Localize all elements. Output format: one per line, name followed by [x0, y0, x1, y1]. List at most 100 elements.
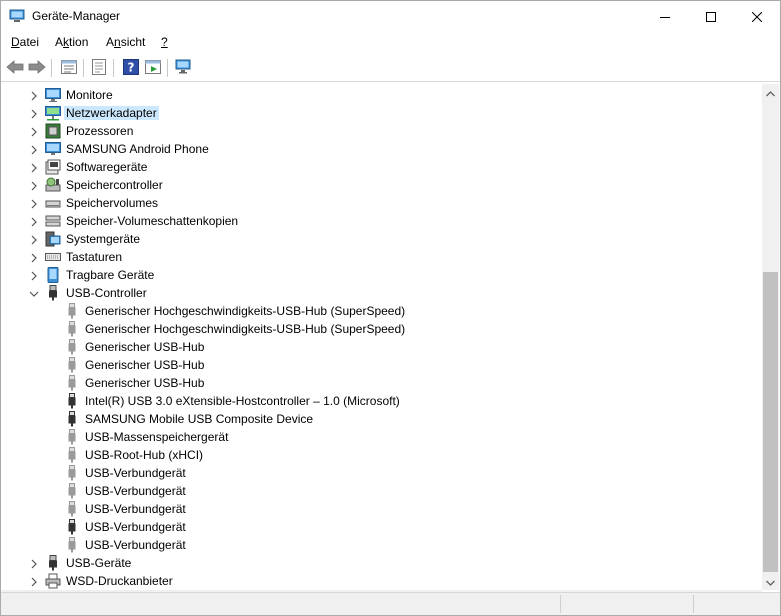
usb-device-item[interactable]: Generischer USB-Hub	[1, 356, 762, 374]
usb-device-icon	[64, 465, 80, 481]
menu-datei-rest: atei	[19, 35, 40, 49]
chevron-right-icon[interactable]	[29, 126, 39, 137]
software-device-icon	[45, 159, 61, 175]
tree-item-label: Systemgeräte	[66, 232, 141, 246]
chevron-right-icon[interactable]	[29, 270, 39, 281]
chevron-right-icon[interactable]	[29, 576, 39, 587]
scroll-thumb[interactable]	[763, 272, 778, 572]
help-button[interactable]: ?	[121, 58, 141, 78]
tree-item-speicher-volumeschattenkopien[interactable]: Speicher-Volumeschattenkopien	[1, 212, 762, 230]
tree-item-label: Speichercontroller	[66, 178, 163, 192]
usb-device-item[interactable]: SAMSUNG Mobile USB Composite Device	[1, 410, 762, 428]
chevron-right-icon[interactable]	[29, 234, 39, 245]
title-bar[interactable]: Geräte-Manager	[1, 1, 780, 32]
menu-ansicht-accel: n	[114, 35, 121, 49]
menu-ansicht[interactable]: Ansicht	[106, 35, 145, 49]
maximize-button[interactable]	[688, 1, 734, 32]
usb-device-icon	[64, 393, 80, 409]
usb-device-icon	[64, 339, 80, 355]
usb-device-label: USB-Verbundgerät	[85, 538, 186, 552]
chevron-right-icon[interactable]	[29, 252, 39, 263]
menu-aktion[interactable]: Aktion	[55, 35, 88, 49]
status-bar-section	[693, 595, 780, 613]
usb-device-icon	[64, 501, 80, 517]
chevron-down-icon[interactable]	[29, 288, 39, 298]
action-icon	[145, 59, 161, 77]
usb-device-item[interactable]: Intel(R) USB 3.0 eXtensible-Hostcontroll…	[1, 392, 762, 410]
forward-button[interactable]	[27, 58, 47, 78]
tree-item-netzwerkadapter[interactable]: Netzwerkadapter	[1, 104, 762, 122]
usb-device-label: USB-Verbundgerät	[85, 466, 186, 480]
usb-device-label: Generischer USB-Hub	[85, 340, 205, 354]
menu-aktion-pre: A	[55, 35, 64, 49]
tree-item-label: Softwaregeräte	[66, 160, 148, 174]
tree-item-prozessoren[interactable]: Prozessoren	[1, 122, 762, 140]
tree-item-label: Netzwerkadapter	[64, 106, 159, 120]
chevron-right-icon[interactable]	[29, 162, 39, 173]
keyboard-icon	[45, 249, 61, 265]
tree-item-speichervolumes[interactable]: Speichervolumes	[1, 194, 762, 212]
chevron-right-icon[interactable]	[29, 216, 39, 227]
usb-plug-icon	[45, 285, 61, 301]
usb-device-item[interactable]: USB-Massenspeichergerät	[1, 428, 762, 446]
processor-icon	[45, 123, 61, 139]
status-bar-section	[560, 595, 693, 613]
scroll-up-button[interactable]	[762, 84, 779, 101]
usb-device-item[interactable]: Generischer USB-Hub	[1, 374, 762, 392]
tree-item-systemgeraete[interactable]: Systemgeräte	[1, 230, 762, 248]
chevron-right-icon[interactable]	[29, 144, 39, 155]
driver-icon	[92, 58, 106, 78]
show-hide-console-button[interactable]	[59, 58, 79, 78]
tree-item-monitore[interactable]: Monitore	[1, 86, 762, 104]
scan-hardware-button[interactable]	[174, 58, 194, 78]
usb-device-item[interactable]: USB-Verbundgerät	[1, 482, 762, 500]
device-tree[interactable]: Monitore Netzwerkadapter Prozessoren SAM…	[1, 84, 762, 590]
minimize-button[interactable]	[642, 1, 688, 32]
window-title: Geräte-Manager	[32, 9, 121, 23]
tree-item-usb-geraete[interactable]: USB-Geräte	[1, 554, 762, 572]
scroll-down-button[interactable]	[762, 573, 779, 590]
chevron-up-icon	[766, 86, 775, 100]
properties-button[interactable]	[89, 58, 109, 78]
chevron-right-icon[interactable]	[29, 558, 39, 569]
usb-device-label: Generischer Hochgeschwindigkeits-USB-Hub…	[85, 304, 406, 318]
toolbar-separator	[51, 59, 52, 77]
chevron-right-icon[interactable]	[29, 90, 39, 101]
tree-item-speichercontroller[interactable]: Speichercontroller	[1, 176, 762, 194]
usb-device-item[interactable]: USB-Verbundgerät	[1, 518, 762, 536]
usb-device-item[interactable]: USB-Verbundgerät	[1, 464, 762, 482]
usb-device-item[interactable]: USB-Verbundgerät	[1, 500, 762, 518]
tree-item-usb-controller[interactable]: USB-Controller	[1, 284, 762, 302]
properties-icon	[61, 59, 77, 77]
tree-item-tragbare-geraete[interactable]: Tragbare Geräte	[1, 266, 762, 284]
usb-device-icon	[64, 483, 80, 499]
usb-device-icon	[64, 429, 80, 445]
shadow-copy-icon	[45, 213, 61, 229]
tree-item-samsung-android-phone[interactable]: SAMSUNG Android Phone	[1, 140, 762, 158]
menu-datei[interactable]: Datei	[11, 35, 39, 49]
usb-device-item[interactable]: Generischer Hochgeschwindigkeits-USB-Hub…	[1, 302, 762, 320]
tree-item-label: Monitore	[66, 88, 113, 102]
chevron-right-icon[interactable]	[29, 180, 39, 191]
monitor-icon	[45, 87, 61, 103]
usb-device-label: Generischer USB-Hub	[85, 376, 205, 390]
tree-item-label: USB-Controller	[66, 286, 147, 300]
usb-device-item[interactable]: USB-Root-Hub (xHCI)	[1, 446, 762, 464]
vertical-scrollbar[interactable]	[762, 84, 779, 590]
back-arrow-icon	[6, 59, 24, 77]
tree-item-softwaregeraete[interactable]: Softwaregeräte	[1, 158, 762, 176]
action-button[interactable]	[143, 58, 163, 78]
tree-item-wsd-druckanbieter[interactable]: WSD-Druckanbieter	[1, 572, 762, 590]
usb-device-item[interactable]: Generischer USB-Hub	[1, 338, 762, 356]
usb-device-item[interactable]: USB-Verbundgerät	[1, 536, 762, 554]
usb-device-icon	[64, 411, 80, 427]
menu-help[interactable]: ?	[161, 35, 168, 49]
usb-plug-icon	[45, 555, 61, 571]
menu-ansicht-rest: sicht	[120, 35, 146, 49]
close-button[interactable]	[734, 1, 780, 32]
chevron-right-icon[interactable]	[29, 108, 39, 119]
tree-item-tastaturen[interactable]: Tastaturen	[1, 248, 762, 266]
usb-device-item[interactable]: Generischer Hochgeschwindigkeits-USB-Hub…	[1, 320, 762, 338]
chevron-right-icon[interactable]	[29, 198, 39, 209]
back-button[interactable]	[5, 58, 25, 78]
